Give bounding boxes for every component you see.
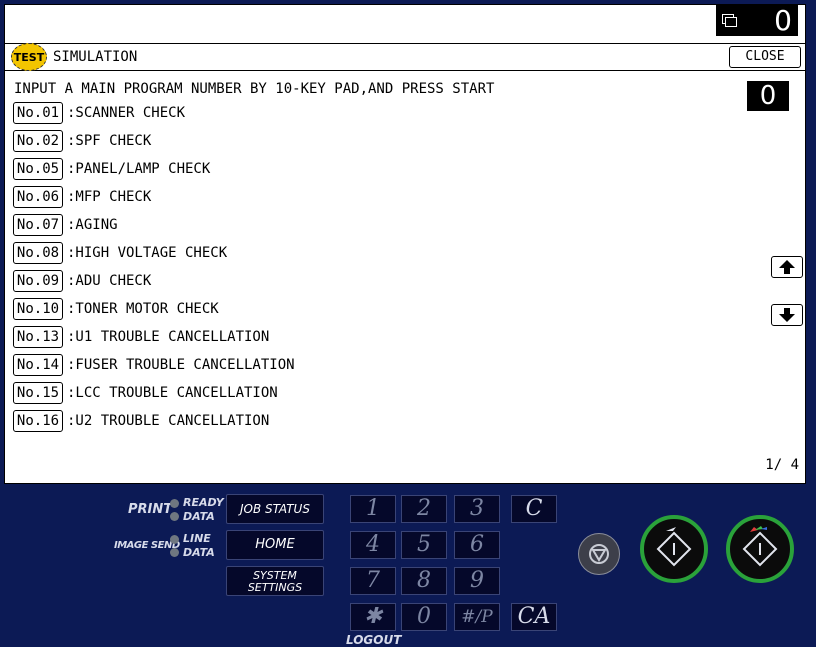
program-label: :PANEL/LAMP CHECK <box>67 161 211 177</box>
program-row: No.10:TONER MOTOR CHECK <box>13 298 219 320</box>
copy-counter-value: 0 <box>774 3 792 37</box>
program-number-button[interactable]: No.16 <box>13 410 63 432</box>
ready-label: READY <box>183 496 224 509</box>
home-button[interactable]: HOME <box>226 530 324 560</box>
program-row: No.08:HIGH VOLTAGE CHECK <box>13 242 227 264</box>
program-row: No.07:AGING <box>13 214 118 236</box>
program-label: :FUSER TROUBLE CANCELLATION <box>67 357 295 373</box>
bw-start-button[interactable] <box>640 515 708 583</box>
page-indicator: 1/ 4 <box>765 457 799 473</box>
program-row: No.13:U1 TROUBLE CANCELLATION <box>13 326 269 348</box>
program-label: :SCANNER CHECK <box>67 105 186 121</box>
program-number-button[interactable]: No.02 <box>13 130 63 152</box>
line-label: LINE <box>183 532 211 545</box>
copy-counter: 0 <box>716 3 798 37</box>
program-label: :MFP CHECK <box>67 189 152 205</box>
close-button[interactable]: CLOSE <box>729 46 801 68</box>
program-label: :AGING <box>67 217 118 233</box>
key-3[interactable]: 3 <box>454 495 500 523</box>
program-row: No.15:LCC TROUBLE CANCELLATION <box>13 382 278 404</box>
ready-led <box>170 499 179 508</box>
program-number-button[interactable]: No.07 <box>13 214 63 236</box>
program-number-button[interactable]: No.13 <box>13 326 63 348</box>
program-number-display: 0 <box>747 81 789 111</box>
key-hash-p[interactable]: #/P <box>454 603 500 631</box>
program-row: No.09:ADU CHECK <box>13 270 151 292</box>
stop-button[interactable] <box>578 533 620 575</box>
copy-icon <box>722 14 737 27</box>
key-9[interactable]: 9 <box>454 567 500 595</box>
program-label: :LCC TROUBLE CANCELLATION <box>67 385 278 401</box>
program-number-button[interactable]: No.05 <box>13 158 63 180</box>
program-number-button[interactable]: No.15 <box>13 382 63 404</box>
program-number-button[interactable]: No.14 <box>13 354 63 376</box>
key-8[interactable]: 8 <box>401 567 447 595</box>
program-label: :ADU CHECK <box>67 273 152 289</box>
clear-key[interactable]: C <box>511 495 557 523</box>
lcd-screen: TEST SIMULATION CLOSE INPUT A MAIN PROGR… <box>4 4 806 484</box>
color-start-icon <box>742 526 778 567</box>
send-data-label: DATA <box>183 546 215 559</box>
key-5[interactable]: 5 <box>401 531 447 559</box>
program-row: No.05:PANEL/LAMP CHECK <box>13 158 210 180</box>
program-label: :U2 TROUBLE CANCELLATION <box>67 413 270 429</box>
logout-label: LOGOUT <box>346 633 402 647</box>
key-2[interactable]: 2 <box>401 495 447 523</box>
program-label: :U1 TROUBLE CANCELLATION <box>67 329 270 345</box>
system-settings-line2: SETTINGS <box>247 581 303 594</box>
color-start-button[interactable] <box>726 515 794 583</box>
send-data-led <box>170 548 179 557</box>
instruction-text: INPUT A MAIN PROGRAM NUMBER BY 10-KEY PA… <box>14 81 495 97</box>
program-row: No.14:FUSER TROUBLE CANCELLATION <box>13 354 295 376</box>
print-data-label: DATA <box>183 510 215 523</box>
arrow-up-icon <box>779 260 795 274</box>
program-label: :SPF CHECK <box>67 133 152 149</box>
test-badge: TEST <box>11 43 47 71</box>
key-7[interactable]: 7 <box>350 567 396 595</box>
program-row: No.01:SCANNER CHECK <box>13 102 185 124</box>
print-label: PRINT <box>128 502 173 517</box>
arrow-down-icon <box>779 308 795 322</box>
header-bar: TEST SIMULATION CLOSE <box>5 43 805 71</box>
job-status-button[interactable]: JOB STATUS <box>226 494 324 524</box>
program-number-button[interactable]: No.06 <box>13 186 63 208</box>
scroll-up-button[interactable] <box>771 256 803 278</box>
program-label: :HIGH VOLTAGE CHECK <box>67 245 228 261</box>
system-settings-button[interactable]: SYSTEM SETTINGS <box>226 566 324 596</box>
program-number-button[interactable]: No.10 <box>13 298 63 320</box>
print-data-led <box>170 512 179 521</box>
program-row: No.06:MFP CHECK <box>13 186 151 208</box>
program-row: No.16:U2 TROUBLE CANCELLATION <box>13 410 269 432</box>
program-number-button[interactable]: No.09 <box>13 270 63 292</box>
scroll-down-button[interactable] <box>771 304 803 326</box>
program-label: :TONER MOTOR CHECK <box>67 301 219 317</box>
program-row: No.02:SPF CHECK <box>13 130 151 152</box>
key-asterisk[interactable]: ✱ <box>350 603 396 631</box>
key-6[interactable]: 6 <box>454 531 500 559</box>
program-number-button[interactable]: No.01 <box>13 102 63 124</box>
key-4[interactable]: 4 <box>350 531 396 559</box>
stop-icon <box>589 544 609 564</box>
bw-start-icon <box>656 527 692 567</box>
key-0[interactable]: 0 <box>401 603 447 631</box>
key-1[interactable]: 1 <box>350 495 396 523</box>
page-title: SIMULATION <box>53 49 138 65</box>
line-led <box>170 535 179 544</box>
clear-all-key[interactable]: CA <box>511 603 557 631</box>
program-number-button[interactable]: No.08 <box>13 242 63 264</box>
